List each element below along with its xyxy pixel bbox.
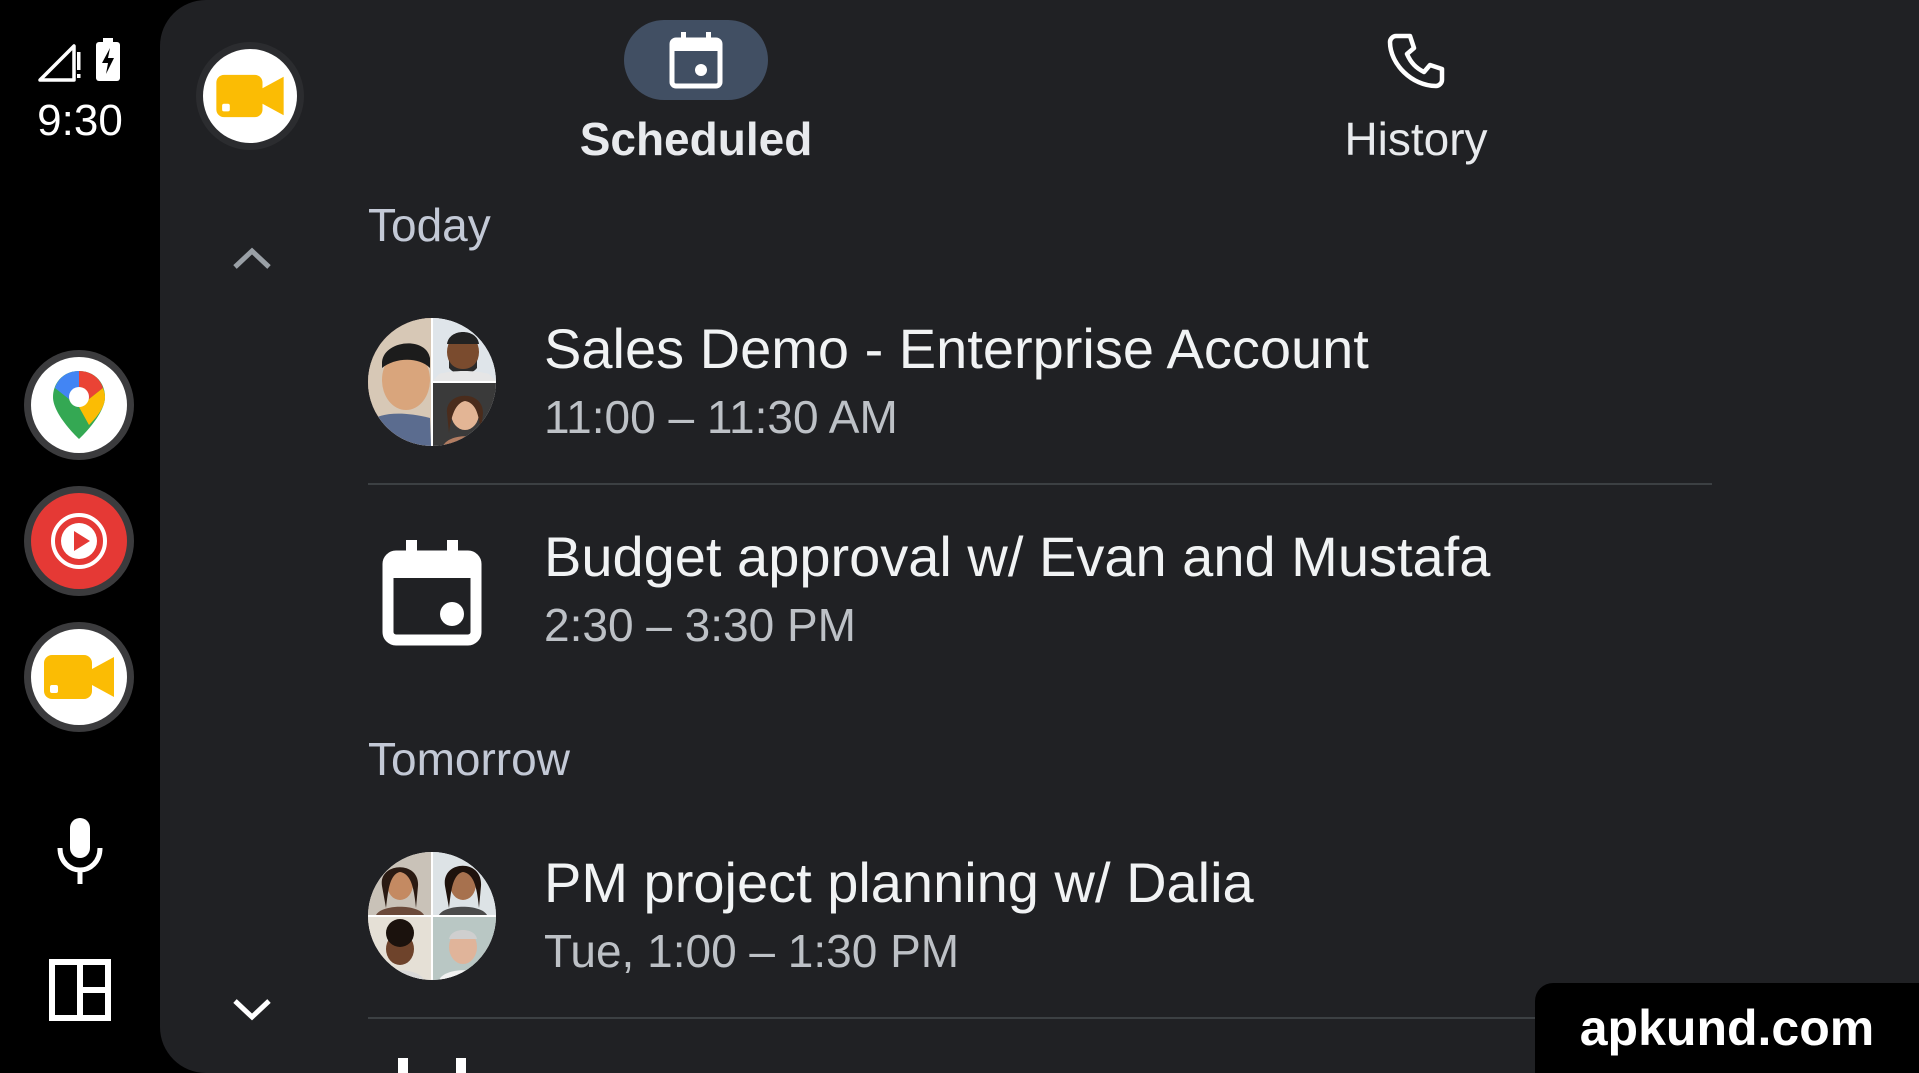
chevron-down-icon: [233, 999, 271, 1021]
avatar: [368, 318, 431, 446]
meet-logo: [196, 42, 304, 150]
avatar: [368, 852, 431, 915]
list-divider: [368, 483, 1712, 485]
scroll-down-button[interactable]: [222, 980, 282, 1040]
tab-scheduled-pill: [624, 20, 768, 100]
tab-scheduled-label: Scheduled: [579, 113, 813, 165]
calendar-event-icon: [398, 1058, 466, 1073]
meeting-title: Budget approval w/ Evan and Mustafa: [544, 525, 1491, 588]
status-clock: 9:30: [37, 96, 123, 145]
avatar: [368, 917, 431, 980]
microphone-icon: [57, 818, 103, 884]
status-bar-icons: [36, 36, 126, 82]
calendar-event-icon: [368, 526, 496, 654]
avatar: [433, 318, 496, 381]
meeting-row-budget-approval[interactable]: Budget approval w/ Evan and Mustafa 2:30…: [368, 506, 1718, 666]
youtube-music-icon: [51, 513, 107, 569]
meeting-title: Sales Demo - Enterprise Account: [544, 317, 1369, 380]
calendar-icon: [669, 32, 723, 89]
meet-camera-icon: [216, 74, 284, 118]
chevron-up-icon: [233, 247, 271, 269]
list-divider: [368, 1017, 1712, 1019]
tab-history[interactable]: History: [1246, 20, 1586, 170]
section-header-tomorrow: Tomorrow: [368, 733, 570, 785]
dashboard-layout-icon: [49, 959, 111, 1021]
meet-app-button[interactable]: [24, 622, 134, 732]
tab-history-label: History: [1344, 113, 1488, 165]
scroll-up-button[interactable]: [222, 228, 282, 288]
meet-main-panel: Scheduled History Today Sales Demo - Ent…: [160, 0, 1919, 1073]
meeting-row-sales-demo[interactable]: Sales Demo - Enterprise Account 11:00 – …: [368, 298, 1718, 458]
signal-no-data-icon: [38, 44, 81, 82]
avatar: [433, 383, 496, 446]
tab-history-pill: [1344, 20, 1488, 100]
meeting-time: Tue, 1:00 – 1:30 PM: [544, 925, 960, 977]
battery-charging-icon: [96, 38, 120, 81]
participant-avatars: [368, 318, 496, 446]
dashboard-button[interactable]: [40, 950, 120, 1030]
meeting-row-pm-planning[interactable]: PM project planning w/ Dalia Tue, 1:00 –…: [368, 832, 1718, 992]
meet-camera-icon: [44, 655, 114, 699]
tab-scheduled[interactable]: Scheduled: [526, 20, 866, 170]
avatar: [433, 852, 496, 915]
meeting-row-partial[interactable]: [368, 1030, 1718, 1073]
meeting-title: PM project planning w/ Dalia: [544, 851, 1254, 914]
watermark: apkund.com: [1535, 983, 1919, 1073]
phone-icon: [1387, 33, 1445, 89]
meeting-time: 11:00 – 11:30 AM: [544, 391, 898, 443]
participant-avatars: [368, 852, 496, 980]
avatar: [433, 917, 496, 980]
section-header-today: Today: [368, 199, 491, 251]
maps-pin-icon: [53, 371, 105, 439]
meeting-time: 2:30 – 3:30 PM: [544, 599, 856, 651]
voice-assistant-button[interactable]: [40, 812, 120, 892]
app-rail: 9:30: [0, 0, 160, 1073]
youtube-music-app-button[interactable]: [24, 486, 134, 596]
maps-app-button[interactable]: [24, 350, 134, 460]
